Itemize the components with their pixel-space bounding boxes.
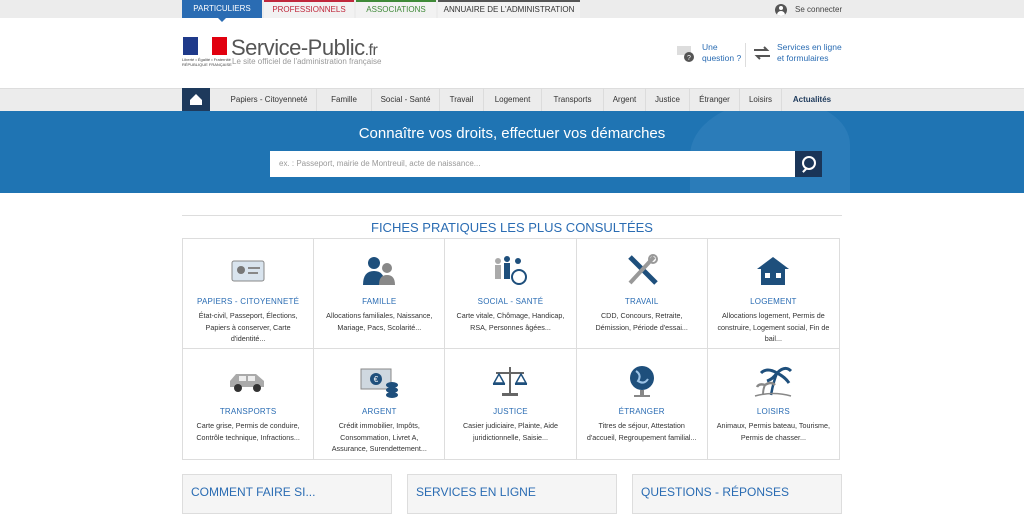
- nav-transports[interactable]: Transports: [542, 88, 604, 111]
- section-divider: [182, 215, 842, 216]
- connect-link[interactable]: Se connecter: [775, 3, 842, 16]
- tab-professionnels[interactable]: PROFESSIONNELS: [264, 0, 354, 18]
- questions-reponses[interactable]: QUESTIONS - RÉPONSES: [632, 474, 842, 514]
- nav-logement[interactable]: Logement: [484, 88, 542, 111]
- card-desc: Carte vitale, Chômage, Handicap, RSA, Pe…: [456, 311, 565, 332]
- search-input[interactable]: ex. : Passeport, mairie de Montreuil, ac…: [270, 151, 796, 177]
- card-argent[interactable]: € ARGENT Crédit immobilier, Impôts, Cons…: [314, 349, 446, 459]
- fiches-title: FICHES PRATIQUES LES PLUS CONSULTÉES: [371, 220, 653, 235]
- card-title: PAPIERS - CITOYENNETÉ: [197, 297, 300, 306]
- house-icon: [757, 257, 790, 285]
- card-loisirs[interactable]: LOISIRS Animaux, Permis bateau, Tourisme…: [708, 349, 839, 459]
- card-title: ARGENT: [362, 407, 397, 416]
- question-link[interactable]: Une question ?: [702, 42, 742, 64]
- nav-etranger[interactable]: Étranger: [690, 88, 740, 111]
- card-papiers[interactable]: PAPIERS - CITOYENNETÉ État-civil, Passep…: [183, 239, 315, 349]
- nav-famille[interactable]: Famille: [317, 88, 372, 111]
- card-justice[interactable]: JUSTICE Casier judiciaire, Plainte, Aide…: [445, 349, 577, 459]
- fiches-grid: PAPIERS - CITOYENNETÉ État-civil, Passep…: [182, 238, 840, 460]
- card-title: ÉTRANGER: [618, 407, 665, 416]
- id-card-icon: [231, 260, 265, 282]
- card-transports[interactable]: TRANSPORTS Carte grise, Permis de condui…: [183, 349, 315, 459]
- svg-text:?: ?: [687, 55, 691, 62]
- card-title: LOISIRS: [756, 407, 790, 416]
- card-logement[interactable]: LOGEMENT Allocations logement, Permis de…: [707, 239, 839, 349]
- tab-associations[interactable]: ASSOCIATIONS: [356, 0, 436, 18]
- card-desc: Crédit immobilier, Impôts, Consommation,…: [331, 421, 427, 453]
- comment-faire-si[interactable]: COMMENT FAIRE SI...: [182, 474, 392, 514]
- car-icon: [230, 374, 265, 392]
- family-icon: [363, 257, 396, 285]
- nav-home[interactable]: [182, 88, 210, 111]
- social-icon: [495, 256, 528, 285]
- card-desc: Animaux, Permis bateau, Tourisme, Permis…: [716, 421, 831, 442]
- card-desc: CDD, Concours, Retraite, Démission, Péri…: [595, 311, 688, 332]
- header-separator: [745, 43, 746, 67]
- tools-icon: [627, 254, 658, 285]
- card-title: TRAVAIL: [624, 297, 659, 306]
- exchange-icon: [754, 46, 770, 60]
- card-desc: Casier judiciaire, Plainte, Aide juridic…: [462, 421, 559, 442]
- card-title: JUSTICE: [493, 407, 528, 416]
- scales-icon: [493, 367, 528, 396]
- marianne-logo[interactable]: [183, 37, 228, 55]
- online-services-link[interactable]: Services en ligne et formulaires: [777, 42, 847, 64]
- card-desc: Allocations familiales, Naissance, Maria…: [326, 311, 433, 332]
- hero-banner: Connaître vos droits, effectuer vos déma…: [0, 111, 1024, 193]
- card-title: LOGEMENT: [750, 297, 797, 306]
- nav-travail[interactable]: Travail: [440, 88, 484, 111]
- card-title: FAMILLE: [362, 297, 397, 306]
- nav-argent[interactable]: Argent: [604, 88, 646, 111]
- card-travail[interactable]: TRAVAIL CDD, Concours, Retraite, Démissi…: [576, 239, 708, 349]
- card-desc: État-civil, Passeport, Élections, Papier…: [198, 311, 298, 343]
- connect-label: Se connecter: [795, 5, 843, 14]
- card-title: SOCIAL - SANTÉ: [477, 297, 544, 306]
- tab-particuliers[interactable]: PARTICULIERS: [182, 0, 262, 22]
- globe-icon: [629, 366, 654, 397]
- card-famille[interactable]: FAMILLE Allocations familiales, Naissanc…: [314, 239, 446, 349]
- money-icon: €: [360, 368, 399, 398]
- hero-title: Connaître vos droits, effectuer vos déma…: [358, 125, 666, 142]
- question-icon: ?: [677, 46, 694, 62]
- card-social[interactable]: SOCIAL - SANTÉ Carte vitale, Chômage, Ha…: [445, 239, 577, 349]
- card-desc: Carte grise, Permis de conduire, Contrôl…: [196, 421, 300, 442]
- nav-loisirs[interactable]: Loisirs: [740, 88, 782, 111]
- nav-justice[interactable]: Justice: [646, 88, 690, 111]
- palm-icon: [755, 366, 793, 397]
- home-icon: [190, 94, 202, 105]
- card-title: TRANSPORTS: [219, 407, 277, 416]
- svg-text:€: €: [374, 375, 379, 384]
- nav-social[interactable]: Social - Santé: [372, 88, 440, 111]
- logo-mini-text: Liberté • Égalité • Fraternité RÉPUBLIQU…: [182, 57, 232, 67]
- card-etranger[interactable]: ÉTRANGER Titres de séjour, Attestation d…: [577, 349, 708, 459]
- user-icon: [775, 3, 787, 16]
- logo-subtitle: Le site officiel de l'administration fra…: [232, 57, 382, 66]
- services-en-ligne[interactable]: SERVICES EN LIGNE: [407, 474, 617, 514]
- card-desc: Allocations logement, Permis de construi…: [717, 311, 830, 343]
- card-desc: Titres de séjour, Attestation d'accueil,…: [586, 421, 697, 442]
- nav-papiers[interactable]: Papiers - Citoyenneté: [222, 88, 317, 111]
- tab-annuaire[interactable]: ANNUAIRE DE L'ADMINISTRATION: [438, 0, 580, 18]
- search-button[interactable]: [795, 151, 822, 177]
- nav-actualites[interactable]: Actualités: [782, 88, 842, 111]
